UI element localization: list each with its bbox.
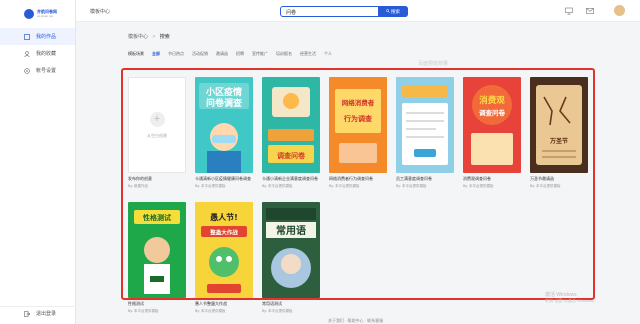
template-thumbnail[interactable] <box>396 77 454 173</box>
template-thumbnail[interactable]: 消费观 调查问卷 <box>463 77 521 173</box>
template-author: By: 本平台提供模板 <box>262 184 293 188</box>
windows-activation-text: 转到"设置"以激活 Windows。 <box>545 298 598 303</box>
svg-text:调查问卷: 调查问卷 <box>479 108 506 117</box>
svg-text:常用语: 常用语 <box>276 224 306 237</box>
template-card[interactable]: 网络消费者 行为调查 网络消费者行为调查问卷 By: 本平台提供模板 <box>329 77 387 189</box>
user-icon <box>24 50 30 57</box>
template-thumbnail[interactable]: 小区疫情 问卷调查 <box>195 77 253 173</box>
template-title: 发布你的创意 <box>128 176 152 181</box>
top-title[interactable]: 模板中心 <box>90 8 110 15</box>
plus-icon: + <box>149 111 165 127</box>
sidebar-item-label: 我的作品 <box>36 34 57 40</box>
template-author: By: 本平台提供模板 <box>195 184 226 188</box>
template-card[interactable]: 消费观 调查问卷 消费观调查问卷 By: 本平台提供模板 <box>463 77 521 189</box>
message-icon[interactable] <box>586 7 594 15</box>
svg-text:小区疫情: 小区疫情 <box>205 86 242 98</box>
avatar[interactable] <box>613 4 626 17</box>
category-filters: 模板场景 全部 节日热点 活动促销 邀请函 招聘 宣传推广 培训报名 经营生活 … <box>128 48 340 60</box>
template-title: 愚人节整蛊大作战 <box>195 301 227 306</box>
top-bar: 模板中心 搜索 <box>76 0 640 22</box>
template-thumbnail[interactable]: 性格测试 <box>128 202 186 298</box>
template-thumbnail[interactable]: 愚人节! 整蛊大作战 <box>195 202 253 298</box>
template-card[interactable]: 万圣节 万圣节邀请函 By: 本平台提供模板 <box>530 77 588 189</box>
layers-icon <box>24 33 30 40</box>
sidebar-item-label: 我的收藏 <box>36 51 57 57</box>
template-thumbnail[interactable]: 网络消费者 行为调查 <box>329 77 387 173</box>
template-thumbnail[interactable]: 常用语 <box>262 202 320 298</box>
filter-marketing[interactable]: 宣传推广 <box>252 51 268 57</box>
filter-business-life[interactable]: 经营生活 <box>300 51 316 57</box>
windows-activation-watermark: 激活 Windows 转到"设置"以激活 Windows。 <box>545 292 597 304</box>
logout-label: 退出登录 <box>36 311 57 317</box>
preview-watermark: 页面预览效果 <box>418 61 449 67</box>
template-author: By: 新建作品 <box>128 184 149 188</box>
template-card[interactable]: 小区疫情 问卷调查 卡通清新小区疫情健康问卷调查 By: 本平台提供模板 <box>195 77 253 189</box>
template-author: By: 本平台提供模板 <box>329 184 360 188</box>
sidebar-item-settings[interactable]: 帐号设置 <box>0 62 75 79</box>
template-title: 常用语测试 <box>262 301 282 306</box>
template-card[interactable]: 调查问卷 卡通小清新企业满意度调查问卷 By: 本平台提供模板 <box>262 77 320 189</box>
filter-holiday[interactable]: 节日热点 <box>168 51 184 57</box>
template-title: 员工满意度调查问卷 <box>396 176 432 181</box>
template-title: 卡通清新小区疫情健康问卷调查 <box>195 176 251 181</box>
filter-label: 模板场景 <box>128 51 144 56</box>
template-author: By: 本平台提供模板 <box>128 309 159 313</box>
search-box: 搜索 <box>280 6 408 17</box>
template-author: By: 本平台提供模板 <box>463 184 494 188</box>
create-blank-label: 从空白创建 <box>147 132 167 138</box>
breadcrumb-root[interactable]: 模板中心 <box>128 34 148 40</box>
template-author: By: 本平台提供模板 <box>530 184 561 188</box>
sidebar-item-my-works[interactable]: 我的作品 <box>0 28 75 45</box>
filter-all[interactable]: 全部 <box>152 51 160 57</box>
svg-text:消费观: 消费观 <box>479 95 505 106</box>
svg-text:行为调查: 行为调查 <box>343 114 373 123</box>
template-card[interactable]: 常用语 常用语测试 By: 本平台提供模板 <box>262 202 320 314</box>
logout-icon <box>24 310 30 317</box>
settings-icon <box>24 67 30 74</box>
create-blank-tile[interactable]: + 从空白创建 <box>128 77 186 173</box>
logout-button[interactable]: 退出登录 <box>0 306 76 320</box>
filter-training[interactable]: 培训报名 <box>276 51 292 57</box>
template-title: 网络消费者行为调查问卷 <box>329 176 373 181</box>
template-title: 消费观调查问卷 <box>463 176 491 181</box>
logo[interactable]: 并航问卷网 wenjuan.net <box>24 4 75 24</box>
template-thumbnail[interactable]: 万圣节 <box>530 77 588 173</box>
svg-text:整蛊大作战: 整蛊大作战 <box>210 229 238 237</box>
sidebar: 并航问卷网 wenjuan.net 我的作品 我的收藏 帐号设置 退出登录 <box>0 0 76 324</box>
template-card[interactable]: 员工满意度调查问卷 By: 本平台提供模板 <box>396 77 454 189</box>
filter-promotion[interactable]: 活动促销 <box>192 51 208 57</box>
template-card-create[interactable]: + 从空白创建 发布你的创意 By: 新建作品 <box>128 77 186 189</box>
filter-recruitment[interactable]: 招聘 <box>236 51 244 57</box>
svg-text:愚人节!: 愚人节! <box>210 212 238 222</box>
footer-links[interactable]: 关于我们 · 帮助中心 · 联系客服 <box>328 318 383 324</box>
sidebar-item-favorites[interactable]: 我的收藏 <box>0 45 75 62</box>
search-input[interactable] <box>286 8 366 16</box>
breadcrumb-current: 搜索 <box>159 34 170 40</box>
template-card[interactable]: 愚人节! 整蛊大作战 愚人节整蛊大作战 By: 本平台提供模板 <box>195 202 253 314</box>
logo-mark <box>24 9 34 19</box>
logo-subtitle: wenjuan.net <box>37 14 54 19</box>
monitor-icon[interactable] <box>565 7 573 15</box>
filter-personal[interactable]: 个人 <box>324 51 332 57</box>
template-thumbnail[interactable]: 调查问卷 <box>262 77 320 173</box>
template-author: By: 本平台提供模板 <box>396 184 427 188</box>
filter-invitation[interactable]: 邀请函 <box>216 51 228 57</box>
svg-text:问卷调查: 问卷调查 <box>206 97 243 109</box>
template-title: 卡通小清新企业满意度调查问卷 <box>262 176 318 181</box>
svg-text:网络消费者: 网络消费者 <box>342 98 375 107</box>
template-title: 万圣节邀请函 <box>530 176 554 181</box>
search-button-label: 搜索 <box>391 8 400 14</box>
template-author: By: 本平台提供模板 <box>195 309 226 313</box>
svg-text:性格测试: 性格测试 <box>143 213 171 222</box>
template-author: By: 本平台提供模板 <box>262 309 293 313</box>
template-card[interactable]: 性格测试 性格测试 By: 本平台提供模板 <box>128 202 186 314</box>
template-title: 性格测试 <box>128 301 144 306</box>
sidebar-item-label: 帐号设置 <box>36 68 57 74</box>
search-button[interactable]: 搜索 <box>378 6 408 17</box>
svg-text:万圣节: 万圣节 <box>549 137 568 145</box>
breadcrumb: 模板中心 > 搜索 <box>128 33 170 40</box>
breadcrumb-separator: > <box>152 34 156 40</box>
svg-text:调查问卷: 调查问卷 <box>277 151 306 160</box>
